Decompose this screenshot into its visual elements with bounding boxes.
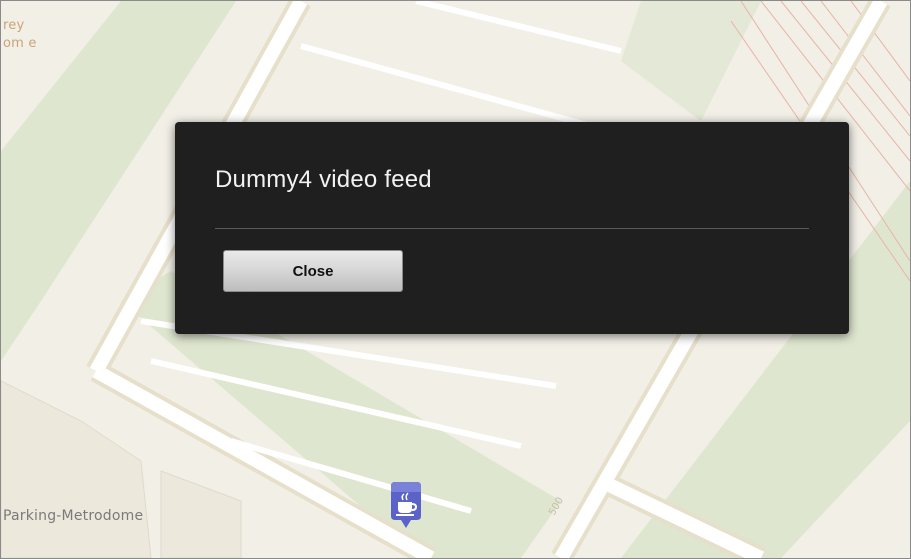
poi-marker[interactable] <box>387 482 425 530</box>
map-label-top-left-2: om e <box>3 36 37 51</box>
building-blocks <box>1 380 242 558</box>
coffee-cup-icon <box>391 482 421 528</box>
dialog-title: Dummy4 video feed <box>215 166 432 193</box>
dialog-divider <box>215 228 809 229</box>
close-button[interactable]: Close <box>223 250 403 292</box>
video-feed-dialog: Dummy4 video feed Close <box>175 122 849 334</box>
map-viewport[interactable]: rey om e Parking-Metrodome 500 Dummy4 vi… <box>0 0 911 559</box>
park-area-topright <box>621 1 761 121</box>
map-label-parking-metrodome: Parking-Metrodome <box>3 508 144 524</box>
map-label-top-left-1: rey <box>3 18 25 33</box>
